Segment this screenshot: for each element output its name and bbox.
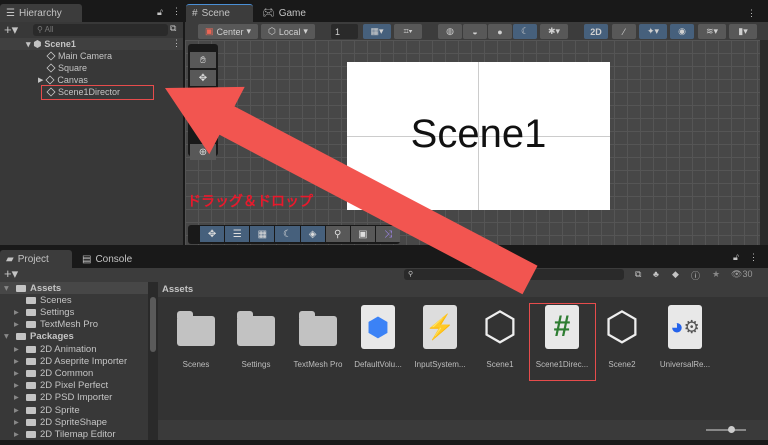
- drag-arrow: [165, 86, 538, 295]
- arrow-shape: [165, 86, 538, 295]
